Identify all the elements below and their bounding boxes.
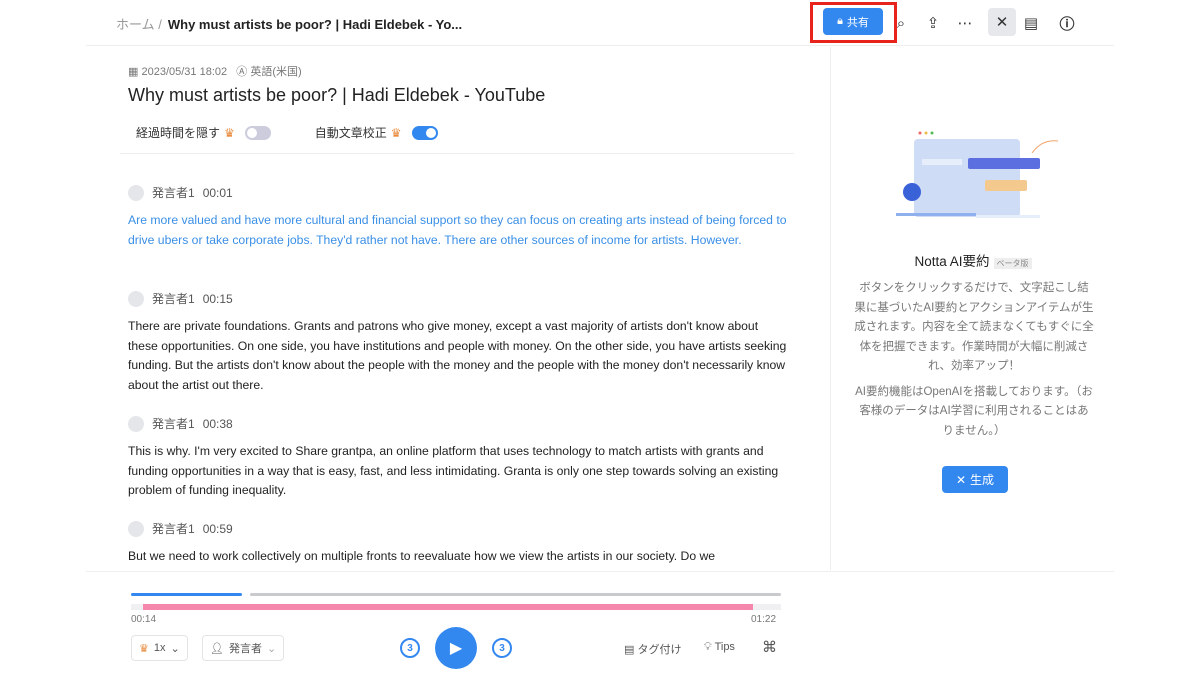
beta-badge: ベータ版 — [993, 258, 1032, 269]
doc-date: 2023/05/31 18:02 — [141, 66, 228, 78]
crown-icon: ♛ — [390, 125, 402, 140]
segment-time[interactable]: 00:01 — [203, 186, 233, 200]
crown-icon: ♛ — [224, 125, 235, 140]
generate-label: 生成 — [970, 473, 995, 487]
segment-time[interactable]: 00:15 — [203, 292, 233, 306]
help-icon[interactable]: ⓘ — [1054, 10, 1080, 36]
search-icon[interactable]: ⌕ — [888, 10, 914, 36]
breadcrumb-current: Why must artists be poor? | Hadi Eldebek… — [167, 17, 463, 32]
segment-time[interactable]: 00:38 — [203, 417, 233, 431]
segment-text[interactable]: Are more valued and have more cultural a… — [128, 211, 788, 250]
speaker-name[interactable]: 発言者1 — [152, 520, 195, 537]
transcript-segment[interactable]: 発言者1 00:59 But we need to work collectivel… — [128, 520, 788, 567]
ai-summary-icon: ✕ — [955, 472, 967, 487]
speaker-filter-select[interactable]: 👤︎ 発言者 ⌄ — [202, 635, 285, 661]
calendar-icon: ▦ — [128, 66, 139, 78]
transcript-panel: ▦ 2023/05/31 18:02 Ⓐ 英語(米国) Why must art… — [86, 47, 831, 570]
top-bar: ホーム / Why must artists be poor? | Hadi El… — [86, 0, 1114, 46]
total-time: 01:22 — [751, 614, 777, 625]
page-title: Why must artists be poor? | Hadi Eldebek… — [128, 85, 546, 105]
options-row: 経過時間を隠す ♛ 自動文章校正 ♛ — [136, 124, 438, 141]
transcript-segment[interactable]: 発言者1 00:38 This is why. I'm very excited t… — [128, 415, 788, 501]
doc-language: 英語(米国) — [250, 66, 302, 78]
waveform[interactable] — [143, 604, 753, 610]
tips-label: Tips — [714, 641, 735, 653]
upload-icon[interactable]: ⇪ — [920, 10, 946, 36]
language-icon: Ⓐ — [236, 66, 248, 78]
tag-button[interactable]: ▤ タグ付け — [624, 641, 681, 657]
lightbulb-icon: 💡︎ — [704, 641, 712, 653]
tag-icon: ▤ — [624, 644, 635, 656]
speed-select[interactable]: ♛ 1x ⌄ — [131, 635, 188, 661]
more-icon[interactable]: ⋯ — [952, 10, 978, 36]
segment-time[interactable]: 00:59 — [203, 522, 233, 536]
speaker-name[interactable]: 発言者1 — [152, 290, 195, 307]
doc-meta: ▦ 2023/05/31 18:02 Ⓐ 英語(米国) — [128, 63, 302, 79]
ai-summary-title: Notta AI要約 ベータ版 — [832, 250, 1114, 270]
segment-text[interactable]: But we need to work collectively on mult… — [128, 547, 788, 567]
shortcut-icon[interactable]: ⌘ — [762, 638, 777, 656]
segment-text[interactable]: This is why. I'm very excited to Share g… — [128, 442, 788, 501]
avatar — [128, 415, 144, 432]
tips-button[interactable]: 💡︎ Tips — [704, 641, 735, 654]
speaker-filter-value: 発言者 — [228, 643, 262, 655]
divider — [120, 153, 794, 154]
segment-text[interactable]: There are private foundations. Grants an… — [128, 317, 788, 395]
notes-icon[interactable]: ▤ — [1018, 10, 1044, 36]
breadcrumb-separator: / — [158, 17, 162, 32]
speaker-name[interactable]: 発言者1 — [152, 184, 195, 201]
crown-icon: ♛ — [139, 642, 149, 655]
skip-back-icon[interactable]: 3 — [400, 638, 420, 658]
play-button[interactable]: ▶ — [435, 627, 477, 669]
avatar — [128, 290, 144, 307]
hide-time-toggle[interactable] — [244, 125, 271, 140]
breadcrumb: ホーム / Why must artists be poor? | Hadi El… — [116, 14, 462, 33]
chevron-down-icon: ⌄ — [170, 642, 180, 655]
ai-summary-title-text: Notta AI要約 — [914, 254, 990, 269]
avatar — [128, 520, 144, 537]
auto-correct-label: 自動文章校正 — [314, 126, 387, 140]
openai-note: AI要約機能はOpenAIを搭載しております。（お客様のデータはAI学習に利用さ… — [855, 385, 1093, 437]
transcript-segment[interactable]: 発言者1 00:15 There are private foundations. … — [128, 290, 788, 395]
current-time: 00:14 — [131, 614, 157, 625]
audio-player: 00:14 01:22 ♛ 1x ⌄ 👤︎ 発言者 ⌄ 3 ▶ 3 ▤ タグ付け 💡︎ … — [86, 571, 1114, 675]
auto-correct-toggle[interactable] — [411, 125, 438, 140]
generate-button[interactable]: ✕ 生成 — [942, 466, 1008, 493]
highlight-box — [810, 2, 897, 43]
tag-label: タグ付け — [637, 644, 682, 656]
speaker-name[interactable]: 発言者1 — [152, 415, 195, 432]
ai-summary-panel: Notta AI要約 ベータ版 ボタンをクリックするだけで、文字起こし結果に基づい… — [832, 47, 1114, 570]
description-text: ボタンをクリックするだけで、文字起こし結果に基づいたAI要約とアクションアイテム… — [854, 282, 1094, 372]
breadcrumb-home[interactable]: ホーム — [116, 17, 155, 32]
chevron-down-icon: ⌄ — [266, 642, 277, 655]
ai-summary-description: ボタンをクリックするだけで、文字起こし結果に基づいたAI要約とアクションアイテム… — [854, 279, 1094, 441]
avatar — [128, 184, 144, 201]
ai-illustration — [896, 131, 1059, 218]
progress-played[interactable] — [131, 593, 242, 596]
ai-summary-icon[interactable]: ✕ — [988, 8, 1016, 36]
transcript-segment[interactable]: 発言者1 00:01 Are more valued and have more c… — [128, 184, 788, 250]
progress-track[interactable] — [249, 593, 781, 596]
play-icon: ▶ — [449, 640, 463, 657]
hide-time-label: 経過時間を隠す — [136, 126, 221, 140]
skip-forward-icon[interactable]: 3 — [492, 638, 512, 658]
speed-value: 1x — [153, 642, 166, 654]
user-icon: 👤︎ — [210, 642, 224, 655]
